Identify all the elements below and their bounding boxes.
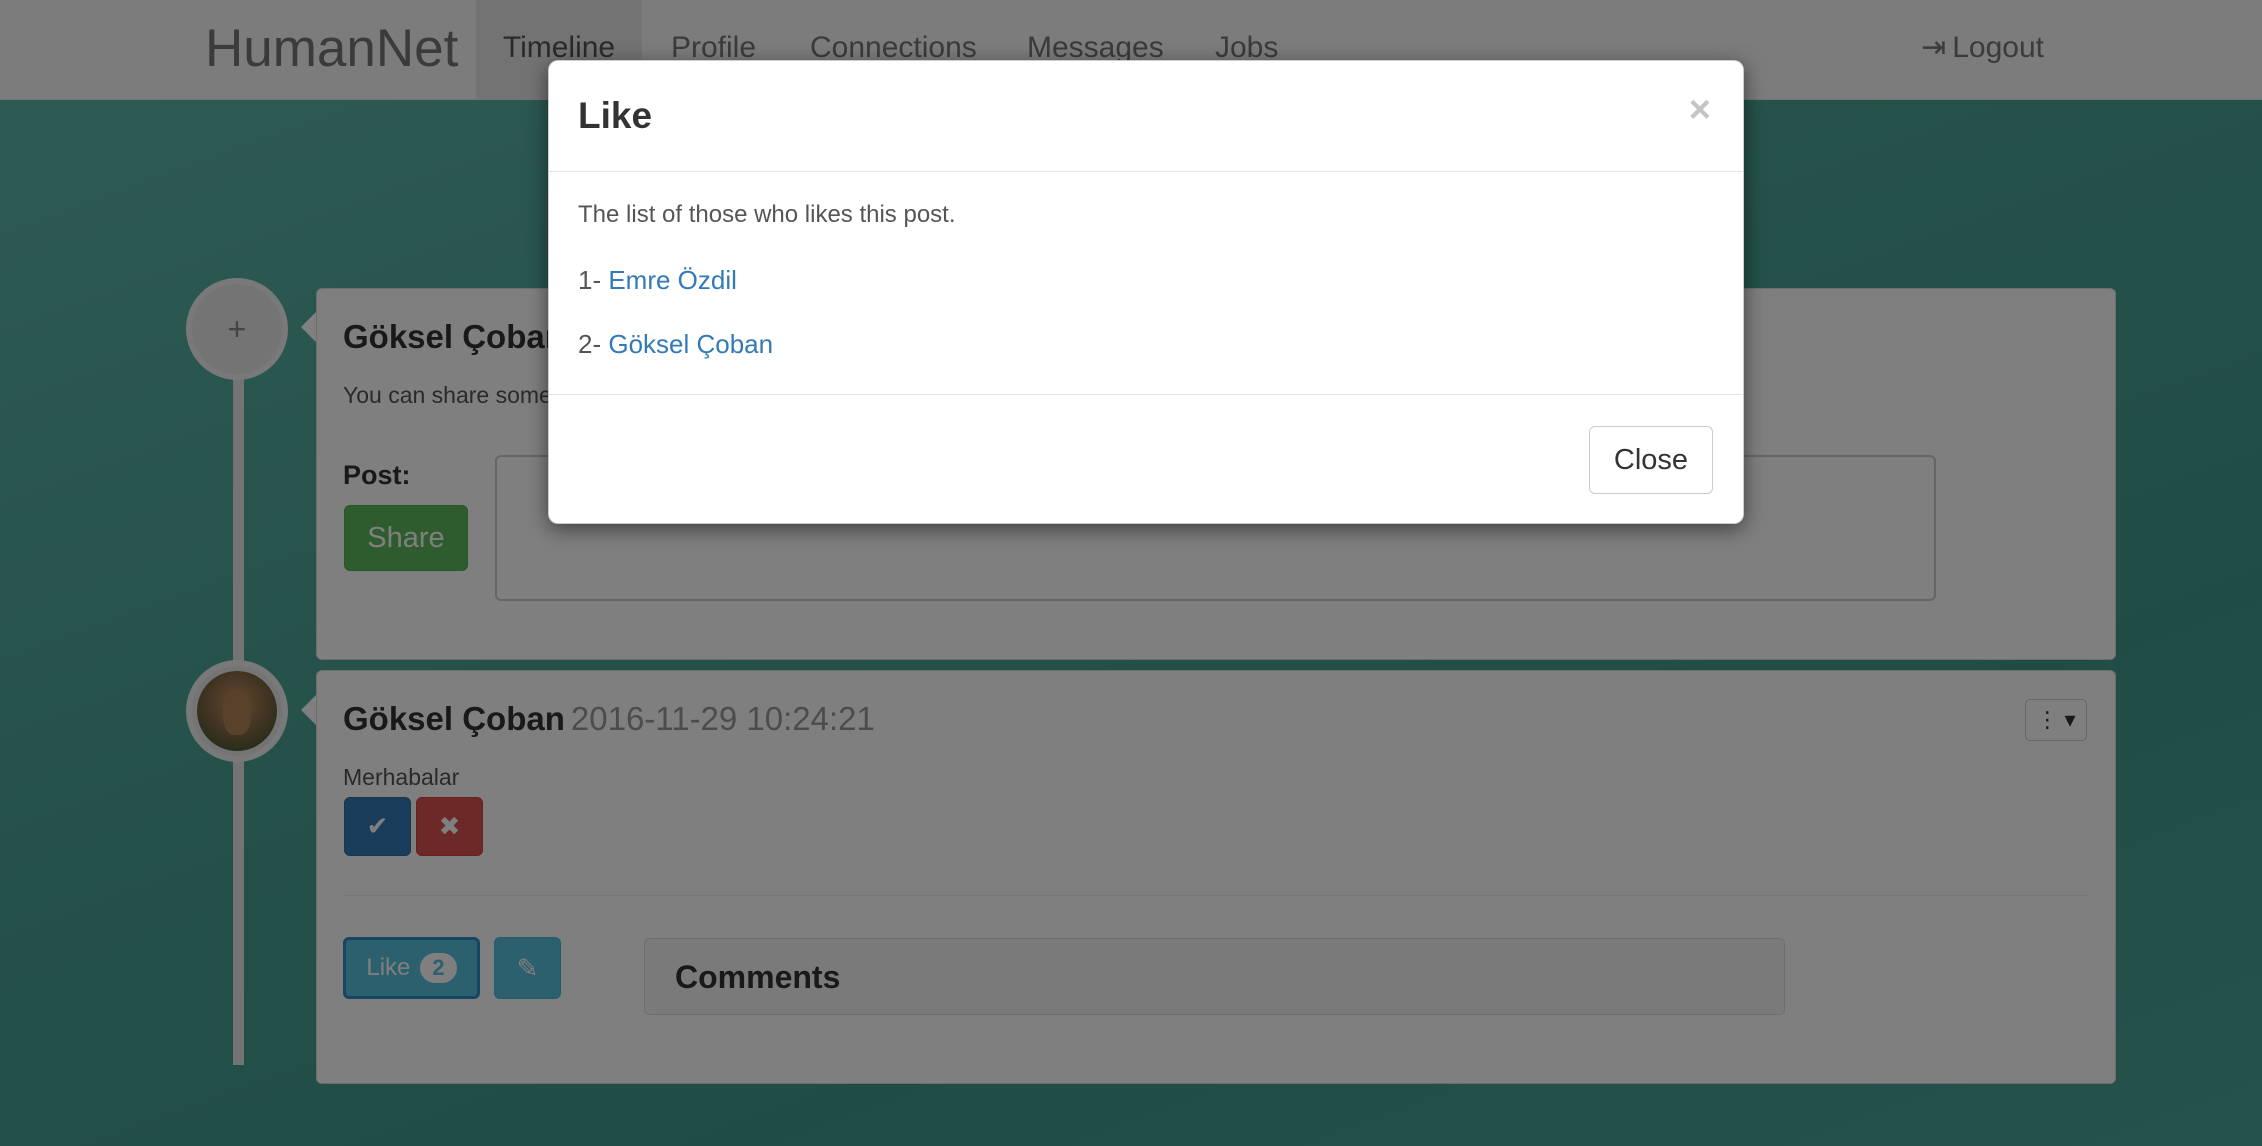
modal-body: The list of those who likes this post. 1… xyxy=(578,203,956,395)
liker-index: 1- xyxy=(578,265,609,295)
liker-item: 2- Göksel Çoban xyxy=(578,331,956,358)
modal-header: Like × xyxy=(549,61,1743,172)
modal-description: The list of those who likes this post. xyxy=(578,201,956,228)
liker-index: 2- xyxy=(578,329,609,359)
close-button[interactable]: Close xyxy=(1589,426,1713,494)
liker-item: 1- Emre Özdil xyxy=(578,267,956,294)
modal-title: Like xyxy=(578,95,653,136)
like-modal: Like × The list of those who likes this … xyxy=(548,60,1744,524)
close-icon[interactable]: × xyxy=(1689,89,1711,132)
modal-footer: Close xyxy=(549,394,1743,525)
liker-link[interactable]: Göksel Çoban xyxy=(608,329,773,359)
liker-link[interactable]: Emre Özdil xyxy=(608,265,737,295)
